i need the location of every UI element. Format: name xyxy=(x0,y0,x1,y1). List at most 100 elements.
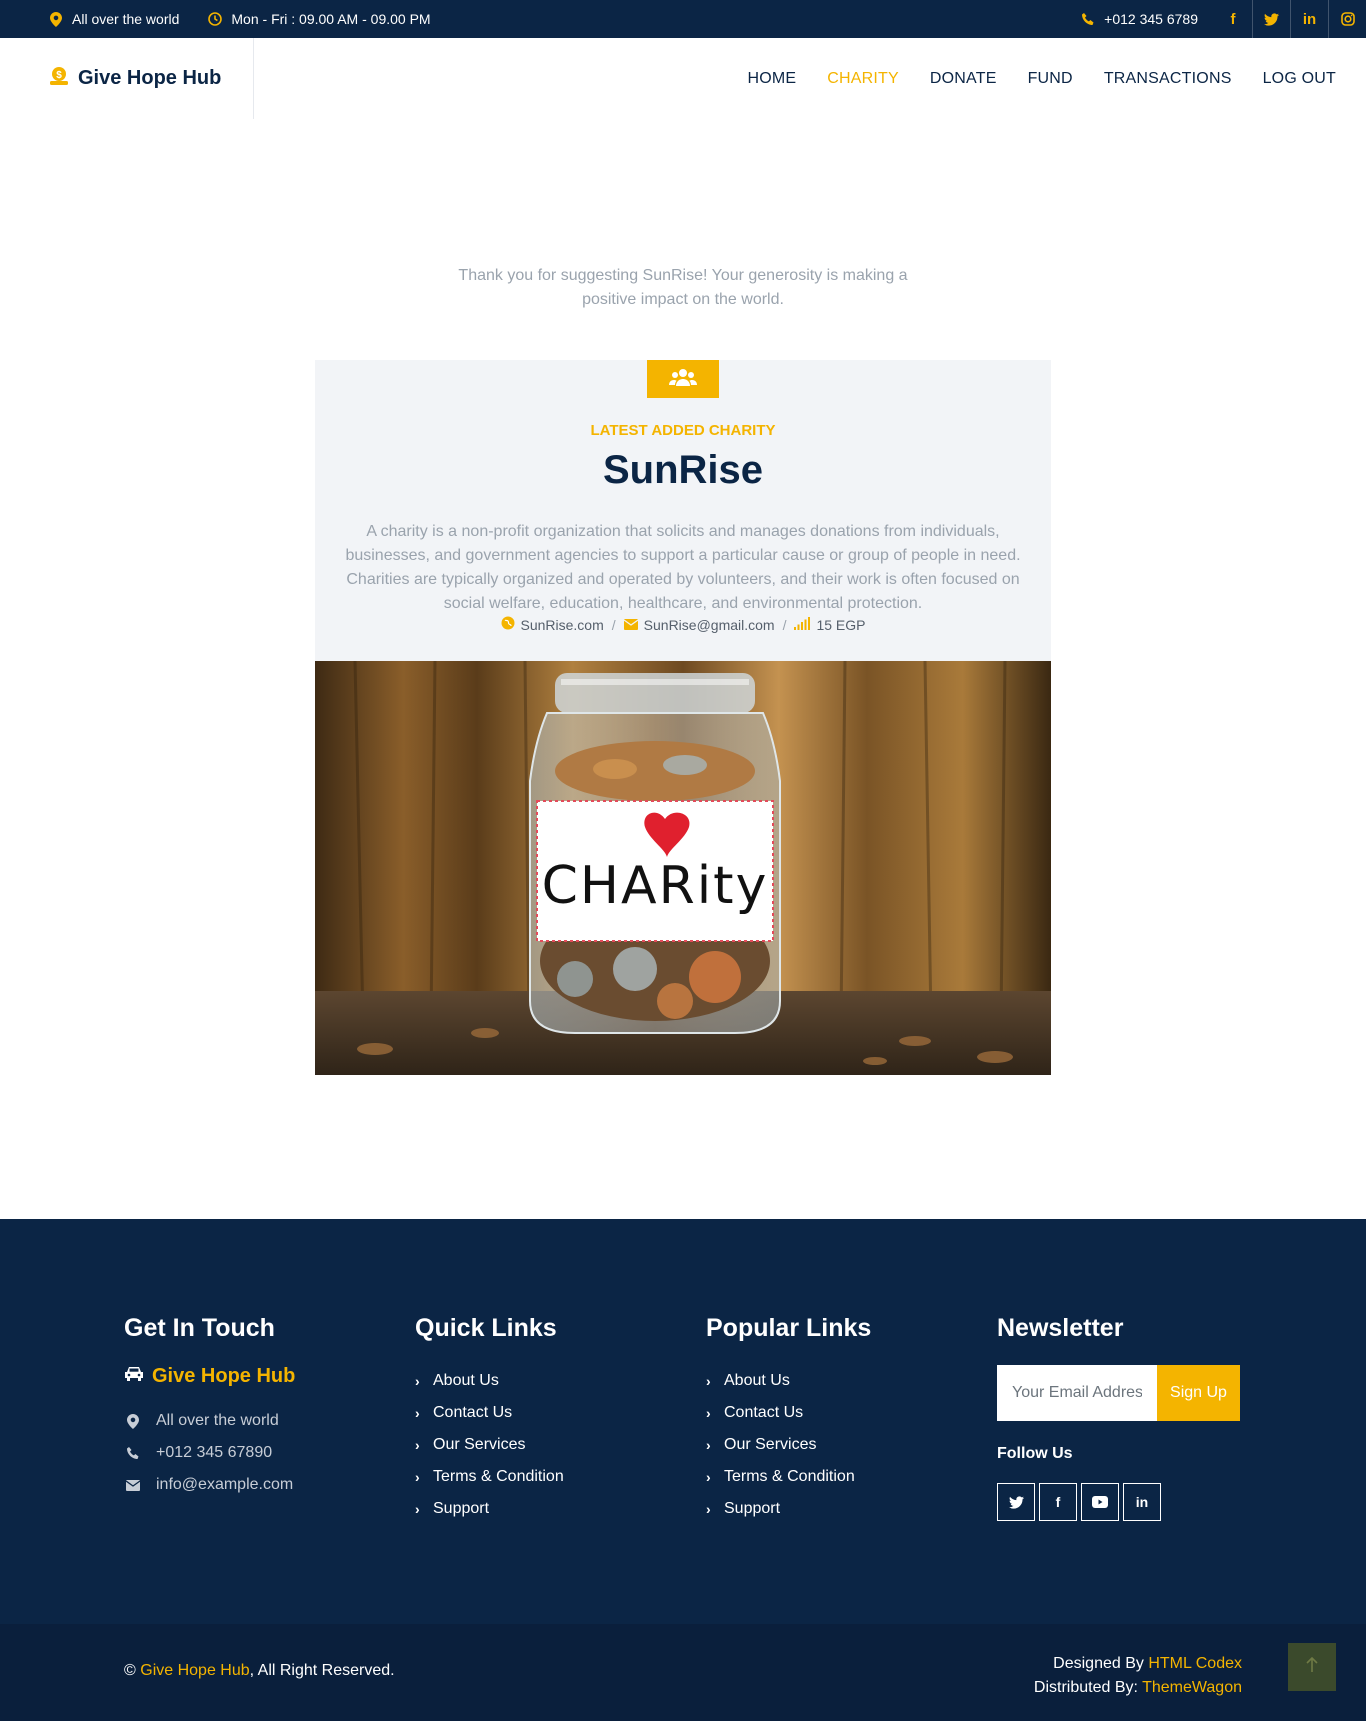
card-badge xyxy=(647,360,719,398)
nav-home[interactable]: HOME xyxy=(747,70,796,88)
jar-label-text: CHARity xyxy=(542,856,769,916)
linkedin-icon[interactable]: in xyxy=(1123,1483,1161,1521)
quick-link-label: Support xyxy=(433,1500,490,1517)
credits: Designed By HTML Codex Distributed By: T… xyxy=(1034,1652,1242,1700)
brand-name: Give Hope Hub xyxy=(78,67,222,89)
chevron-right-icon: › xyxy=(706,1501,711,1517)
map-marker-icon xyxy=(124,1413,142,1429)
footer-popular-links: Popular Links › About Us › Contact Us › Our… xyxy=(706,1314,871,1525)
charity-jar-image: CHARity xyxy=(315,661,1051,1075)
footer-email-text: info@example.com xyxy=(156,1476,294,1493)
donate-coin-icon: $ xyxy=(48,65,70,92)
location-text: All over the world xyxy=(72,11,180,27)
chevron-right-icon: › xyxy=(415,1405,420,1421)
quick-link-support[interactable]: › Support xyxy=(415,1493,564,1525)
distributed-by: Distributed By: ThemeWagon xyxy=(1034,1676,1242,1700)
copyright-brand-link[interactable]: Give Hope Hub xyxy=(140,1662,249,1679)
copyright-bar: © Give Hope Hub, All Right Reserved. Des… xyxy=(0,1624,1366,1721)
footer-address-text: All over the world xyxy=(156,1412,279,1429)
quick-link-contact[interactable]: › Contact Us xyxy=(415,1397,564,1429)
popular-link-support[interactable]: › Support xyxy=(706,1493,871,1525)
chevron-right-icon: › xyxy=(415,1373,420,1389)
phone-icon xyxy=(124,1446,142,1460)
footer: Get In Touch Give Hope Hub All over the … xyxy=(0,1219,1366,1624)
designed-by: Designed By HTML Codex xyxy=(1034,1652,1242,1676)
chevron-right-icon: › xyxy=(415,1437,420,1453)
charity-meta: SunRise.com / SunRise@gmail.com / 15 EGP xyxy=(315,616,1051,633)
newsletter-form: Sign Up xyxy=(997,1365,1240,1421)
arrow-up-icon xyxy=(1306,1656,1318,1679)
hours-info: Mon - Fri : 09.00 AM - 09.00 PM xyxy=(207,11,431,27)
footer-socials: f in xyxy=(997,1483,1240,1521)
popular-link-label: Contact Us xyxy=(724,1404,804,1421)
copyright-rights: , All Right Reserved. xyxy=(249,1662,395,1679)
signal-bars-icon xyxy=(794,616,811,633)
phone-text: +012 345 6789 xyxy=(1104,11,1198,27)
nav-donate[interactable]: DONATE xyxy=(930,70,997,88)
footer-title-quick-links: Quick Links xyxy=(415,1314,557,1342)
chevron-right-icon: › xyxy=(415,1501,420,1517)
popular-link-label: Our Services xyxy=(724,1436,817,1453)
popular-link-terms[interactable]: › Terms & Condition xyxy=(706,1461,871,1493)
amount-text: 15 EGP xyxy=(816,616,866,633)
nav-fund[interactable]: FUND xyxy=(1028,70,1073,88)
thank-you-message: Thank you for suggesting SunRise! Your g… xyxy=(458,267,908,308)
instagram-icon[interactable] xyxy=(1328,0,1366,38)
envelope-icon xyxy=(623,617,639,633)
popular-link-label: Support xyxy=(724,1500,781,1517)
footer-newsletter: Newsletter Sign Up Follow Us f in xyxy=(997,1314,1240,1521)
website-text[interactable]: SunRise.com xyxy=(521,617,604,633)
clock-icon xyxy=(207,11,223,27)
nav-logout[interactable]: LOG OUT xyxy=(1263,70,1336,88)
popular-link-label: About Us xyxy=(724,1372,790,1389)
facebook-icon[interactable]: f xyxy=(1214,0,1252,38)
twitter-icon[interactable] xyxy=(1252,0,1290,38)
nav-transactions[interactable]: TRANSACTIONS xyxy=(1104,70,1232,88)
hours-text: Mon - Fri : 09.00 AM - 09.00 PM xyxy=(231,11,431,27)
footer-brand[interactable]: Give Hope Hub xyxy=(124,1365,295,1388)
follow-us-label: Follow Us xyxy=(997,1445,1073,1462)
chevron-right-icon: › xyxy=(706,1437,711,1453)
quick-link-label: Terms & Condition xyxy=(433,1468,564,1485)
popular-link-services[interactable]: › Our Services xyxy=(706,1429,871,1461)
phone-icon xyxy=(1080,11,1096,27)
copyright-symbol: © xyxy=(124,1662,136,1679)
distributed-by-link[interactable]: ThemeWagon xyxy=(1142,1679,1242,1696)
card-kicker: LATEST ADDED CHARITY xyxy=(590,422,776,439)
footer-phone-text: +012 345 67890 xyxy=(156,1444,273,1461)
footer-email: info@example.com xyxy=(124,1474,295,1496)
meta-amount: 15 EGP xyxy=(794,616,866,633)
top-bar: All over the world Mon - Fri : 09.00 AM … xyxy=(0,0,1366,38)
brand-divider xyxy=(253,38,254,119)
charity-card: LATEST ADDED CHARITY SunRise A charity i… xyxy=(315,360,1051,661)
newsletter-signup-button[interactable]: Sign Up xyxy=(1157,1365,1240,1421)
back-to-top-button[interactable] xyxy=(1288,1643,1336,1691)
phone-info: +012 345 6789 xyxy=(1080,11,1198,27)
quick-link-label: About Us xyxy=(433,1372,499,1389)
brand-logo[interactable]: $ Give Hope Hub xyxy=(48,38,221,119)
meta-website: SunRise.com xyxy=(501,616,604,633)
twitter-icon[interactable] xyxy=(997,1483,1035,1521)
quick-link-services[interactable]: › Our Services xyxy=(415,1429,564,1461)
quick-link-about[interactable]: › About Us xyxy=(415,1365,564,1397)
newsletter-email-input[interactable] xyxy=(997,1365,1157,1421)
footer-phone: +012 345 67890 xyxy=(124,1442,295,1464)
chevron-right-icon: › xyxy=(706,1469,711,1485)
email-text[interactable]: SunRise@gmail.com xyxy=(644,617,775,633)
location-info: All over the world xyxy=(48,11,179,27)
linkedin-icon[interactable]: in xyxy=(1290,0,1328,38)
quick-link-terms[interactable]: › Terms & Condition xyxy=(415,1461,564,1493)
popular-link-about[interactable]: › About Us xyxy=(706,1365,871,1397)
youtube-icon[interactable] xyxy=(1081,1483,1119,1521)
quick-link-label: Contact Us xyxy=(433,1404,513,1421)
map-marker-icon xyxy=(48,11,64,27)
nav-charity[interactable]: CHARITY xyxy=(827,70,899,88)
footer-brand-name: Give Hope Hub xyxy=(152,1365,296,1387)
popular-link-contact[interactable]: › Contact Us xyxy=(706,1397,871,1429)
distributed-by-prefix: Distributed By: xyxy=(1033,1679,1138,1696)
chevron-right-icon: › xyxy=(415,1469,420,1485)
designed-by-link[interactable]: HTML Codex xyxy=(1148,1655,1242,1672)
designed-by-prefix: Designed By xyxy=(1053,1655,1144,1672)
facebook-icon[interactable]: f xyxy=(1039,1483,1077,1521)
footer-title-popular-links: Popular Links xyxy=(706,1314,872,1342)
